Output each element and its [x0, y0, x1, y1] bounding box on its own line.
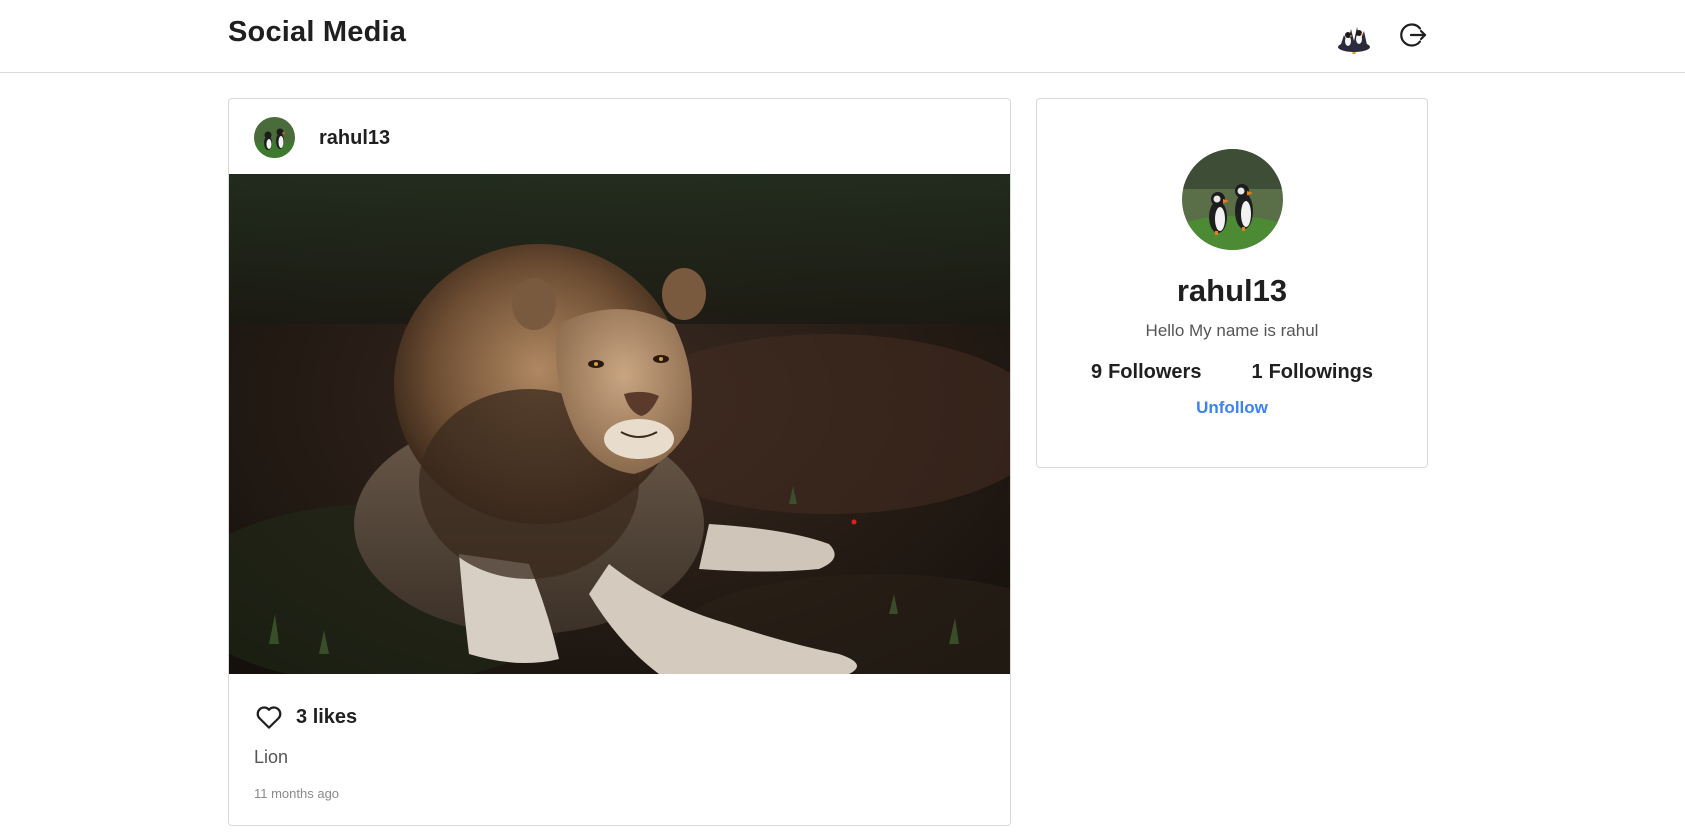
post-timestamp: 11 months ago [254, 786, 340, 801]
top-navbar: Social Media [0, 0, 1685, 73]
heart-icon[interactable] [254, 702, 284, 732]
post-caption: Lion [254, 747, 289, 767]
followers-stat[interactable]: 9 Followers [1091, 361, 1201, 384]
post-author-avatar[interactable] [254, 117, 295, 158]
profile-card: rahul13 Hello My name is rahul 9 Follower… [1036, 98, 1428, 468]
profile-avatar[interactable] [1182, 149, 1283, 250]
unfollow-button[interactable]: Unfollow [1037, 398, 1427, 418]
followings-stat[interactable]: 1 Followings [1251, 361, 1373, 384]
post-actions: 3 likes [254, 701, 357, 733]
app-brand[interactable]: Social Media [228, 16, 406, 49]
post-card: rahul13 3 likes Lion 11 months ago [228, 98, 1011, 826]
profile-username: rahul13 [1176, 273, 1288, 308]
post-image[interactable] [229, 174, 1010, 674]
post-header: rahul13 [229, 99, 1010, 174]
profile-stats: 9 Followers 1 Followings [1037, 361, 1427, 384]
likes-count: 3 likes [296, 705, 358, 728]
puffin-avatar-icon[interactable] [1334, 17, 1374, 57]
profile-bio: Hello My name is rahul [1145, 321, 1319, 340]
post-author-username[interactable]: rahul13 [319, 127, 390, 150]
logout-icon[interactable] [1398, 20, 1428, 50]
